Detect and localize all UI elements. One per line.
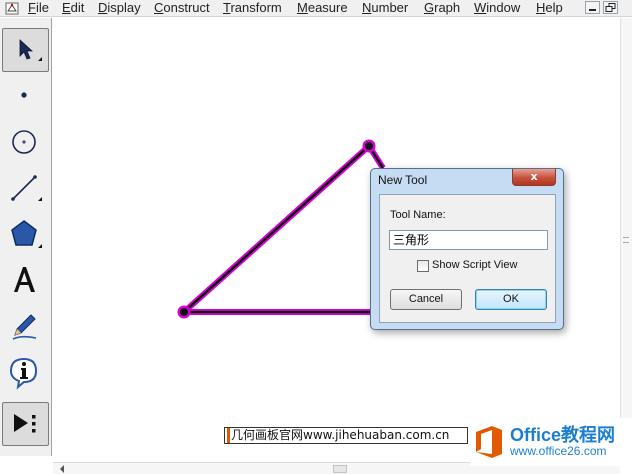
tool-name-label: Tool Name: [390,209,446,221]
restore-icon [605,3,616,12]
custom-tool-icon [14,414,36,433]
segment-left[interactable] [183,145,370,313]
pentagon-icon [11,220,42,248]
menu-measure[interactable]: Measure [297,0,348,17]
office-logo-icon [476,426,502,458]
cancel-button[interactable]: Cancel [390,289,462,310]
circle-icon [12,130,36,154]
custom-tools[interactable] [2,402,49,446]
segment-icon [11,175,42,201]
scroll-left-arrow-icon[interactable] [59,465,65,473]
show-script-view-checkbox[interactable] [417,260,429,272]
information-tool[interactable] [2,350,49,394]
site-watermark-text: 几何画板官网www.jihehuaban.com.cn [231,428,450,442]
arrow-icon [19,39,42,61]
menu-graph[interactable]: Graph [424,0,460,17]
restore-button[interactable] [603,1,618,14]
menu-window[interactable]: Window [474,0,520,17]
point-left[interactable] [177,305,191,319]
office-logo-watermark: Office教程网 www.office26.com [470,418,632,466]
menu-edit[interactable]: Edit [62,0,84,17]
minimize-button[interactable] [585,1,600,14]
menu-construct[interactable]: Construct [154,0,210,17]
menu-bar: File Edit Display Construct Transform Me… [0,0,632,17]
watermark-bar [227,428,230,443]
new-tool-dialog: New Tool x Tool Name: 三角形 Show Script Vi… [370,168,564,330]
menu-help[interactable]: Help [536,0,563,17]
site-watermark: 几何画板官网www.jihehuaban.com.cn [224,427,468,444]
minimize-icon [589,9,596,11]
dialog-close-button[interactable]: x [512,169,556,186]
straightedge-tool[interactable] [2,166,49,210]
info-icon [9,357,38,390]
compass-tool[interactable] [2,120,49,164]
tool-name-input[interactable]: 三角形 [389,230,548,250]
dialog-title: New Tool [378,173,428,187]
arrow-tool[interactable] [2,28,49,72]
sketchpad-app-icon[interactable] [5,2,19,15]
triangle-highlight [181,143,386,315]
toolbox [0,18,52,456]
scrollbar-thumb[interactable] [333,465,347,473]
text-a-icon [14,267,35,292]
menu-display[interactable]: Display [98,0,141,17]
point-tool[interactable] [2,74,49,118]
point-icon [21,92,27,98]
polygon-tool[interactable] [2,212,49,256]
logo-url: www.office26.com [510,444,607,458]
splitter-grip-icon[interactable] [623,237,629,243]
dialog-body: Tool Name: 三角形 Show Script View Cancel O… [379,194,556,323]
pen-icon [12,314,37,340]
menu-transform[interactable]: Transform [223,0,282,17]
ok-button[interactable]: OK [475,289,547,310]
text-tool[interactable] [2,258,49,302]
menu-number[interactable]: Number [362,0,408,17]
marker-tool[interactable] [2,304,49,348]
close-icon: x [530,170,538,183]
show-script-view-label[interactable]: Show Script View [432,259,517,271]
menu-file[interactable]: File [28,0,49,17]
point-apex[interactable] [362,139,376,153]
